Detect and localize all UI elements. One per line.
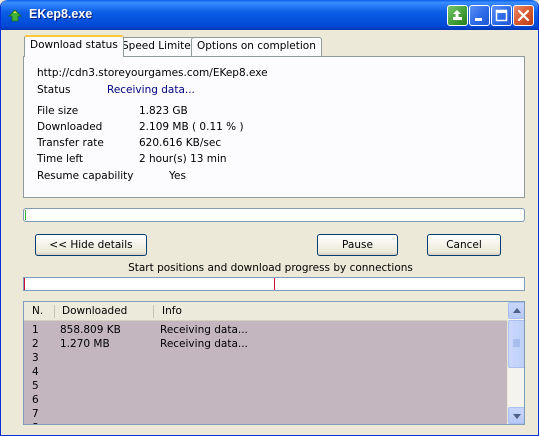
download-progress-fill [25,210,26,220]
list-item[interactable]: 5 [24,380,508,394]
column-header-info[interactable]: Info [162,305,182,317]
row-number: 6 [32,394,39,406]
column-header-number[interactable]: N. [32,305,43,317]
downloaded-value: 2.109 MB ( 0.11 % ) [139,121,244,133]
column-header-downloaded[interactable]: Downloaded [62,305,127,317]
row-number: 2 [32,338,39,350]
file-size-value: 1.823 GB [139,105,188,117]
minimize-button[interactable] [469,5,490,26]
tab-label: Options on completion [197,40,316,52]
download-status-panel: http://cdn3.storeyourgames.com/EKep8.exe… [23,56,525,198]
close-icon [517,9,530,22]
tray-icon [453,10,462,20]
scroll-thumb[interactable] [508,320,524,368]
hide-details-button[interactable]: << Hide details [35,234,147,256]
list-item[interactable]: 7 [24,408,508,422]
connections-caption: Start positions and download progress by… [128,262,413,274]
maximize-icon [495,9,508,22]
pause-button[interactable]: Pause [317,234,398,256]
row-number: 1 [32,324,39,336]
grip-icon [513,339,520,347]
row-number: 4 [32,366,39,378]
list-item[interactable]: 4 [24,366,508,380]
tab-speed-limiter[interactable]: Speed Limiter [116,37,202,56]
scroll-down-icon [513,414,521,419]
row-info: Receiving data... [160,338,248,350]
app-icon [8,9,22,22]
time-left-value: 2 hour(s) 13 min [139,153,227,165]
row-downloaded: 1.270 MB [60,338,110,350]
tab-options-on-completion[interactable]: Options on completion [191,37,322,56]
list-item[interactable]: 6 [24,394,508,408]
connection-2-start-marker [274,278,275,290]
file-size-label: File size [37,105,79,117]
resume-capability-value: Yes [169,170,186,182]
download-url: http://cdn3.storeyourgames.com/EKep8.exe [37,67,268,79]
download-window: EKep8.exe Download status Speed Limiter … [0,0,539,436]
tab-download-status[interactable]: Download status [24,35,124,57]
title-bar[interactable]: EKep8.exe [1,0,538,30]
connection-1-start-marker [24,278,25,290]
tab-label: Download status [30,39,118,51]
list-item[interactable]: 1 858.809 KB Receiving data... [24,324,508,338]
maximize-button[interactable] [491,5,512,26]
row-number: 5 [32,380,39,392]
scroll-up-icon [513,308,521,313]
list-scrollbar[interactable] [507,302,524,424]
close-button[interactable] [513,5,534,26]
connections-progress-bar [23,277,525,291]
row-number: 8 [32,422,39,424]
row-number: 3 [32,352,39,364]
window-title: EKep8.exe [29,7,93,21]
transfer-rate-label: Transfer rate [37,137,104,149]
time-left-label: Time left [37,153,84,165]
download-progress-bar [23,208,525,222]
row-info: Receiving data... [160,324,248,336]
downloaded-label: Downloaded [37,121,103,133]
tab-label: Speed Limiter [122,40,196,52]
minimize-to-tray-button[interactable] [447,5,468,26]
scroll-down-button[interactable] [508,407,524,424]
resume-capability-label: Resume capability [37,170,134,182]
scroll-up-button[interactable] [508,302,524,319]
cancel-button[interactable]: Cancel [427,234,501,256]
minimize-icon [475,18,482,21]
column-separator[interactable] [153,305,154,318]
column-separator[interactable] [54,305,55,318]
connections-list[interactable]: N. Downloaded Info 1 858.809 KB Receiving … [23,301,525,425]
transfer-rate-value: 620.616 KB/sec [139,137,222,149]
row-downloaded: 858.809 KB [60,324,121,336]
status-value: Receiving data... [107,84,195,96]
status-label: Status [37,84,71,96]
list-item[interactable]: 3 [24,352,508,366]
connections-list-header: N. Downloaded Info [24,302,508,321]
row-number: 7 [32,408,39,420]
list-item[interactable]: 2 1.270 MB Receiving data... [24,338,508,352]
list-item[interactable]: 8 [24,422,508,424]
